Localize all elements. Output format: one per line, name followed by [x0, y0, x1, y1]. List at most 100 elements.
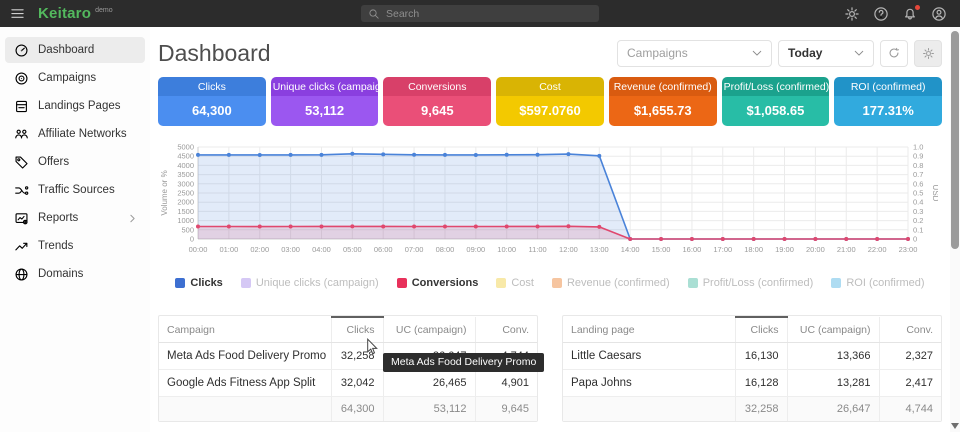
footer-total-cell: 26,647: [787, 397, 879, 422]
search-input[interactable]: [386, 8, 592, 20]
sidebar-item-landings-pages[interactable]: Landings Pages: [5, 93, 145, 119]
legend-label: Clicks: [190, 277, 222, 289]
svg-text:0.5: 0.5: [913, 189, 923, 198]
sidebar-item-label: Offers: [38, 156, 69, 168]
svg-text:00:00: 00:00: [189, 245, 208, 254]
stat-card-label: Unique clicks (campaign): [271, 77, 379, 96]
date-range-select[interactable]: Today: [778, 40, 874, 67]
row-name-cell[interactable]: Meta Ads Food Delivery Promo: [159, 343, 331, 370]
gear-icon[interactable]: [844, 6, 860, 22]
report-icon: [13, 211, 29, 226]
footer-total-cell: 64,300: [331, 397, 383, 422]
sidebar-item-trends[interactable]: Trends: [5, 233, 145, 259]
stat-card-revenue-confirmed: Revenue (confirmed)$1,655.73: [609, 77, 717, 126]
traffic-chart[interactable]: 0500100015002000250030003500400045005000…: [158, 139, 942, 269]
chevron-down-icon: [846, 48, 864, 58]
svg-text:19:00: 19:00: [775, 245, 794, 254]
stat-card-profit-loss-confirmed: Profit/Loss (confirmed)$1,058.65: [722, 77, 830, 126]
stat-card-value: 53,112: [271, 96, 379, 126]
svg-text:08:00: 08:00: [436, 245, 455, 254]
stat-card-value: $597.0760: [496, 96, 604, 126]
refresh-button[interactable]: [880, 40, 908, 67]
svg-text:04:00: 04:00: [312, 245, 331, 254]
sidebar-item-reports[interactable]: Reports: [5, 205, 145, 231]
menu-icon[interactable]: [10, 6, 25, 21]
chart-legend: Clicks Unique clicks (campaign) Conversion…: [158, 277, 942, 289]
stat-card-value: $1,058.65: [722, 96, 830, 126]
row-value-cell: 4,901: [475, 370, 537, 397]
row-value-cell: 26,465: [383, 370, 475, 397]
sidebar-item-dashboard[interactable]: Dashboard: [5, 37, 145, 63]
table-footer: 32,25826,6474,744: [563, 397, 941, 422]
target-icon: [13, 71, 29, 86]
sidebar-item-traffic-sources[interactable]: Traffic Sources: [5, 177, 145, 203]
sidebar-item-campaigns[interactable]: Campaigns: [5, 65, 145, 91]
svg-text:0: 0: [190, 235, 194, 244]
legend-label: ROI (confirmed): [846, 277, 924, 289]
svg-text:0.8: 0.8: [913, 161, 923, 170]
user-icon[interactable]: [931, 6, 947, 22]
stat-card-value: 9,645: [383, 96, 491, 126]
sidebar-item-label: Trends: [38, 240, 73, 252]
campaigns-filter-select[interactable]: Campaigns: [617, 40, 772, 67]
scroll-down-arrow[interactable]: [951, 423, 959, 429]
help-icon[interactable]: [873, 6, 889, 22]
legend-item-cost[interactable]: Cost: [496, 277, 534, 289]
scrollbar-thumb[interactable]: [951, 31, 959, 249]
svg-text:12:00: 12:00: [559, 245, 578, 254]
legend-item-roi-confirmed[interactable]: ROI (confirmed): [831, 277, 924, 289]
svg-text:03:00: 03:00: [281, 245, 300, 254]
pages-icon: [13, 99, 29, 114]
svg-text:01:00: 01:00: [219, 245, 238, 254]
search-icon: [368, 8, 380, 20]
svg-text:15:00: 15:00: [652, 245, 671, 254]
legend-label: Cost: [511, 277, 534, 289]
legend-item-conversions[interactable]: Conversions: [397, 277, 479, 289]
sidebar-item-affiliate-networks[interactable]: Affiliate Networks: [5, 121, 145, 147]
stat-card-label: ROI (confirmed): [834, 77, 942, 96]
legend-item-clicks[interactable]: Clicks: [175, 277, 222, 289]
column-header-uc-campaign[interactable]: UC (campaign): [383, 317, 475, 343]
topbar: Keitaro demo: [0, 0, 960, 27]
legend-swatch: [397, 278, 407, 288]
svg-text:16:00: 16:00: [683, 245, 702, 254]
row-tooltip: Meta Ads Food Delivery Promo: [383, 353, 544, 372]
notification-dot: [915, 5, 920, 10]
column-header-campaign[interactable]: Campaign: [159, 317, 331, 343]
dashboard-settings-button[interactable]: [914, 40, 942, 67]
column-header-uc-campaign[interactable]: UC (campaign): [787, 317, 879, 343]
stat-card-label: Revenue (confirmed): [609, 77, 717, 96]
stat-card-label: Clicks: [158, 77, 266, 96]
page-scrollbar: [950, 27, 960, 432]
legend-swatch: [688, 278, 698, 288]
footer-total-cell: 4,744: [879, 397, 941, 422]
sidebar-item-offers[interactable]: Offers: [5, 149, 145, 175]
column-header-clicks[interactable]: Clicks: [735, 317, 787, 343]
bell-icon[interactable]: [902, 6, 918, 22]
row-name-cell[interactable]: Little Caesars: [563, 343, 735, 370]
svg-text:0.2: 0.2: [913, 216, 923, 225]
sidebar-item-label: Reports: [38, 212, 78, 224]
column-header-conv[interactable]: Conv.: [475, 317, 537, 343]
column-header-conv[interactable]: Conv.: [879, 317, 941, 343]
svg-text:22:00: 22:00: [868, 245, 887, 254]
svg-text:0.7: 0.7: [913, 170, 923, 179]
sidebar-item-label: Dashboard: [38, 44, 94, 56]
row-name-cell[interactable]: Papa Johns: [563, 370, 735, 397]
row-name-cell[interactable]: Google Ads Fitness App Split: [159, 370, 331, 397]
row-value-cell: 2,327: [879, 343, 941, 370]
stat-card-value: $1,655.73: [609, 96, 717, 126]
column-header-landing-page[interactable]: Landing page: [563, 317, 735, 343]
svg-text:500: 500: [181, 225, 194, 234]
svg-text:1.0: 1.0: [913, 143, 923, 152]
stat-card-roi-confirmed: ROI (confirmed)177.31%: [834, 77, 942, 126]
legend-item-revenue-confirmed[interactable]: Revenue (confirmed): [552, 277, 670, 289]
legend-item-unique-clicks-campaign[interactable]: Unique clicks (campaign): [241, 277, 379, 289]
table-landing-pages: Landing pageClicksUC (campaign)Conv. Litt…: [562, 315, 942, 422]
sidebar-item-domains[interactable]: Domains: [5, 261, 145, 287]
svg-text:0.9: 0.9: [913, 152, 923, 161]
legend-label: Profit/Loss (confirmed): [703, 277, 814, 289]
global-search[interactable]: [361, 5, 599, 22]
legend-item-profit-loss-confirmed[interactable]: Profit/Loss (confirmed): [688, 277, 814, 289]
svg-text:1500: 1500: [177, 207, 194, 216]
